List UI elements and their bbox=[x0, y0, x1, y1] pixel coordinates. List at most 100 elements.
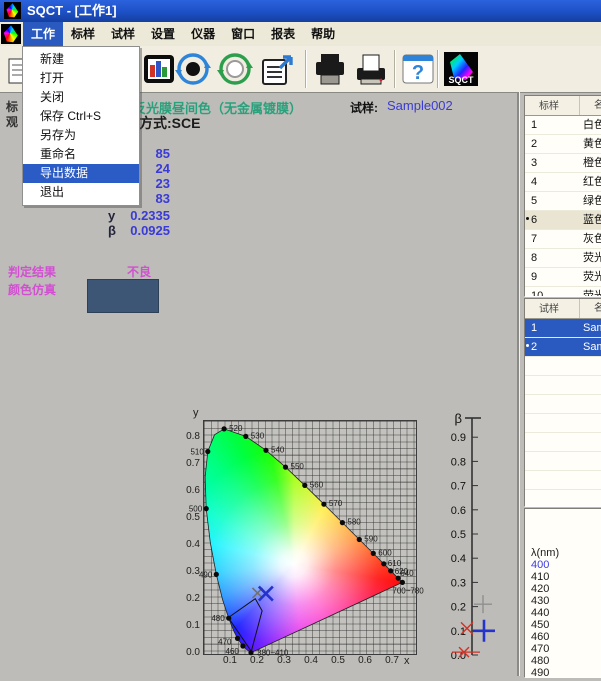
menu-item-关闭[interactable]: 关闭 bbox=[23, 88, 139, 107]
y-tick-0.2: 0.2 bbox=[180, 593, 200, 604]
wavelength-label: 570 bbox=[329, 499, 343, 508]
beta-tick-0.3: 0.3 bbox=[451, 577, 466, 589]
chart-overlay: 520530540550560570580590600610620640700~… bbox=[204, 421, 416, 654]
beta-tick-0.9: 0.9 bbox=[451, 432, 466, 444]
standard-row-2[interactable]: 2黄色 bbox=[525, 135, 601, 154]
y-tick-0.4: 0.4 bbox=[180, 539, 200, 550]
sample-name: Sample002 bbox=[580, 338, 601, 356]
standard-row-10[interactable]: 10荧光红 bbox=[525, 287, 601, 297]
wavelength-value-480[interactable]: 480 bbox=[531, 655, 601, 667]
wavelength-value-470[interactable]: 470 bbox=[531, 643, 601, 655]
app-icon[interactable] bbox=[4, 2, 21, 19]
menubar-item-设置[interactable]: 设置 bbox=[143, 22, 183, 46]
wavelength-dot bbox=[214, 572, 219, 577]
value-fragment: 23 bbox=[142, 176, 170, 191]
standard-row-4[interactable]: 4红色 bbox=[525, 173, 601, 192]
menu-item-打开[interactable]: 打开 bbox=[23, 69, 139, 88]
standard-row-1[interactable]: 1白色 bbox=[525, 116, 601, 135]
wavelength-dot bbox=[388, 568, 393, 573]
x-tick-0.4: 0.4 bbox=[301, 655, 321, 666]
standard-row-9[interactable]: 9荧光橙 bbox=[525, 268, 601, 287]
menubar-item-工作[interactable]: 工作 bbox=[23, 22, 63, 46]
x-tick-0.1: 0.1 bbox=[220, 655, 240, 666]
menubar-item-标样[interactable]: 标样 bbox=[63, 22, 103, 46]
value-β: 0.0925 bbox=[122, 223, 170, 238]
menubar-item-帮助[interactable]: 帮助 bbox=[303, 22, 343, 46]
wavelength-label: 530 bbox=[251, 431, 265, 440]
standard-name: 荧光橙 bbox=[580, 268, 601, 286]
sample-name-value: Sample002 bbox=[387, 98, 453, 113]
menubar-item-试样[interactable]: 试样 bbox=[103, 22, 143, 46]
beta-marker-plus bbox=[473, 620, 495, 642]
sample-row-1[interactable]: 1Sample001 bbox=[525, 319, 601, 338]
standard-row-7[interactable]: 7灰色 bbox=[525, 230, 601, 249]
wavelength-dot bbox=[381, 561, 386, 566]
menu-item-重命名[interactable]: 重命名 bbox=[23, 145, 139, 164]
sample-name: Sample001 bbox=[580, 319, 601, 337]
color-data-chart-icon[interactable] bbox=[140, 50, 178, 88]
menu-item-退出[interactable]: 退出 bbox=[23, 183, 139, 202]
value-y: 0.2335 bbox=[122, 208, 170, 223]
menubar-item-窗口[interactable]: 窗口 bbox=[223, 22, 263, 46]
standard-number: 5 bbox=[525, 195, 537, 207]
menu-item-导出数据[interactable]: 导出数据 bbox=[23, 164, 139, 183]
wavelength-dot bbox=[205, 449, 210, 454]
print-preview-icon[interactable] bbox=[352, 50, 390, 88]
wavelength-dot bbox=[400, 580, 405, 585]
sqct-logo-icon[interactable]: SQCT bbox=[442, 50, 480, 88]
wavelength-dot bbox=[371, 551, 376, 556]
help-icon[interactable]: ? bbox=[399, 50, 437, 88]
export-report-icon[interactable] bbox=[257, 50, 295, 88]
standards-col1-header: 标样 bbox=[525, 101, 559, 112]
standard-name: 荧光红 bbox=[580, 287, 601, 297]
menu-bar: 工作标样试样设置仪器窗口报表帮助 bbox=[0, 22, 601, 47]
wavelength-dot bbox=[340, 520, 345, 525]
standard-row-5[interactable]: 5绿色 bbox=[525, 192, 601, 211]
current-row-marker bbox=[526, 344, 529, 347]
observer-label-clipped: 观 bbox=[6, 113, 18, 130]
standard-row-8[interactable]: 8荧光黄 bbox=[525, 249, 601, 268]
menubar-item-报表[interactable]: 报表 bbox=[263, 22, 303, 46]
wavelength-label: 580 bbox=[347, 518, 361, 527]
sample-row-2[interactable]: 2Sample002 bbox=[525, 338, 601, 357]
standard-row-6[interactable]: 6 蓝色 bbox=[525, 211, 601, 230]
menu-item-保存 Ctrl+S[interactable]: 保存 Ctrl+S bbox=[23, 107, 139, 126]
standard-number: 3 bbox=[525, 157, 537, 169]
wavelength-value-430[interactable]: 430 bbox=[531, 595, 601, 607]
x-tick-0.6: 0.6 bbox=[355, 655, 375, 666]
x-tick-0.3: 0.3 bbox=[274, 655, 294, 666]
wavelength-value-460[interactable]: 460 bbox=[531, 631, 601, 643]
y-tick-0.5: 0.5 bbox=[180, 512, 200, 523]
measurement-mode: 方式:SCE bbox=[139, 113, 200, 133]
standard-number: 4 bbox=[525, 176, 537, 188]
standard-number: 7 bbox=[525, 233, 537, 245]
wavelength-label: 490 bbox=[199, 570, 213, 579]
beta-tick-0.4: 0.4 bbox=[451, 553, 466, 565]
standard-number: 1 bbox=[525, 119, 537, 131]
standard-row-3[interactable]: 3橙色 bbox=[525, 154, 601, 173]
samples-col1-header: 试样 bbox=[525, 304, 559, 315]
standard-number: 6 bbox=[525, 214, 537, 226]
calibrate-white-icon[interactable] bbox=[216, 50, 254, 88]
print-icon[interactable] bbox=[311, 50, 349, 88]
menu-item-另存为[interactable]: 另存为 bbox=[23, 126, 139, 145]
measure-sample-icon[interactable] bbox=[174, 50, 212, 88]
empty-row bbox=[525, 471, 601, 490]
wavelength-dot bbox=[240, 643, 245, 648]
beta-tick-0.6: 0.6 bbox=[451, 505, 466, 517]
menu-item-新建[interactable]: 新建 bbox=[23, 50, 139, 69]
wavelength-value-410[interactable]: 410 bbox=[531, 571, 601, 583]
wavelength-value-420[interactable]: 420 bbox=[531, 583, 601, 595]
color-simulation-label: 颜色仿真 bbox=[8, 281, 56, 298]
beta-tick-0.8: 0.8 bbox=[451, 456, 466, 468]
chromaticity-marker bbox=[259, 587, 273, 601]
value-fragment: 24 bbox=[142, 161, 170, 176]
wavelength-value-450[interactable]: 450 bbox=[531, 619, 601, 631]
wavelength-value-490[interactable]: 490 bbox=[531, 667, 601, 678]
wavelength-value-440[interactable]: 440 bbox=[531, 607, 601, 619]
wavelength-value-400[interactable]: 400 bbox=[531, 559, 601, 571]
standard-name: 蓝色 bbox=[580, 211, 601, 229]
document-system-icon[interactable] bbox=[1, 24, 21, 44]
menubar-item-仪器[interactable]: 仪器 bbox=[183, 22, 223, 46]
empty-row bbox=[525, 376, 601, 395]
